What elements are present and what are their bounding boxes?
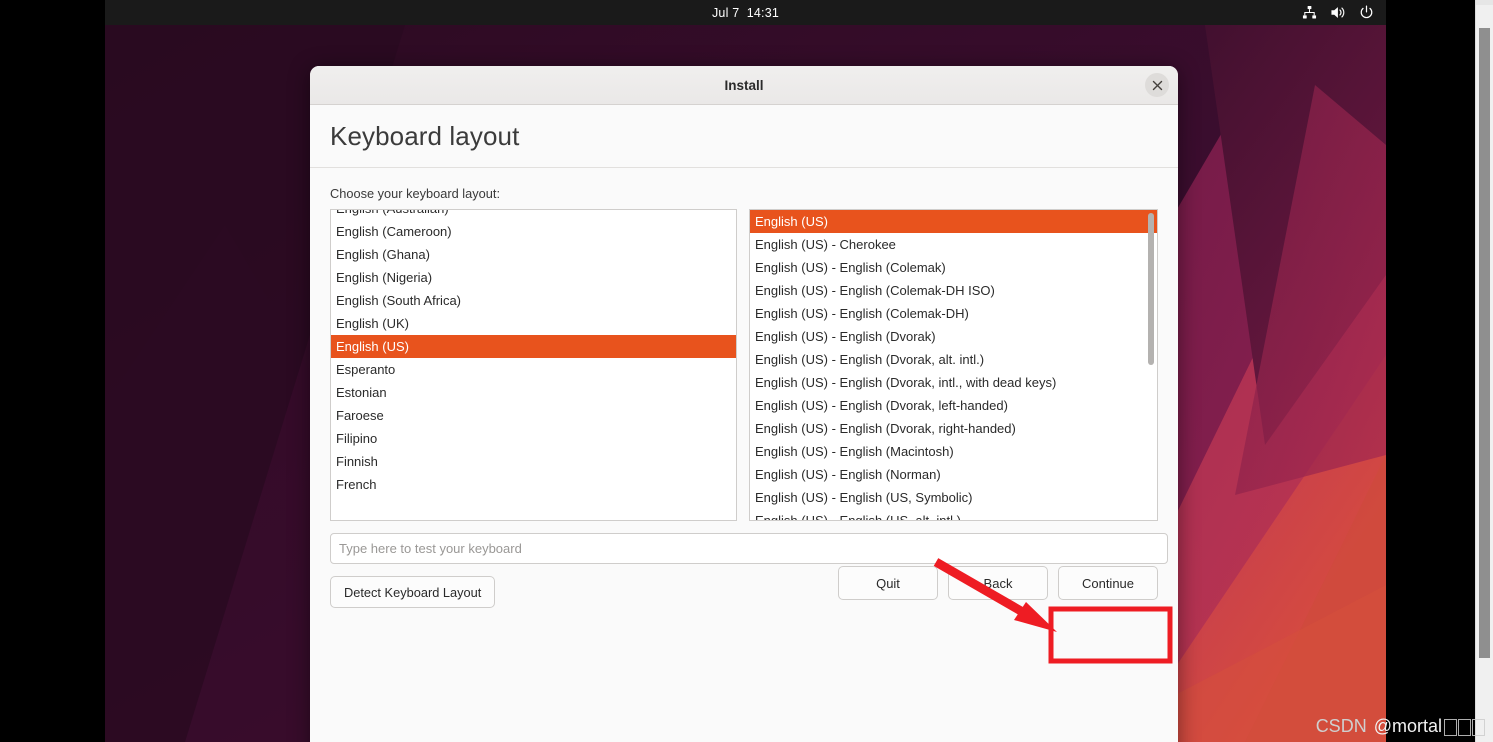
layout-list-item[interactable]: English (Nigeria) — [331, 266, 736, 289]
layout-list-item[interactable]: Esperanto — [331, 358, 736, 381]
layout-list-item[interactable]: English (Cameroon) — [331, 220, 736, 243]
layout-list-item[interactable]: Faroese — [331, 404, 736, 427]
dialog-titlebar: Install — [310, 66, 1178, 105]
layout-list-item[interactable]: Estonian — [331, 381, 736, 404]
layout-list-item[interactable]: Finnish — [331, 450, 736, 473]
dialog-content: Choose your keyboard layout: English (Au… — [310, 168, 1178, 742]
variant-list-item[interactable]: English (US) - English (US, Symbolic) — [750, 486, 1157, 509]
topbar-clock[interactable]: Jul 7 14:31 — [712, 6, 779, 20]
variant-list-item[interactable]: English (US) - English (Colemak) — [750, 256, 1157, 279]
network-wired-icon[interactable] — [1302, 5, 1317, 20]
variant-list-item[interactable]: English (US) - English (Colemak-DH) — [750, 302, 1157, 325]
keyboard-layout-label: Choose your keyboard layout: — [330, 186, 501, 201]
layout-list-item[interactable]: English (US) — [331, 335, 737, 358]
keyboard-selection-panes: English (Australian)English (Cameroon)En… — [330, 209, 1158, 521]
variant-list-item[interactable]: English (US) - English (Colemak-DH ISO) — [750, 279, 1157, 302]
layout-list-item[interactable]: English (UK) — [331, 312, 736, 335]
detect-keyboard-layout-button[interactable]: Detect Keyboard Layout — [330, 576, 496, 608]
variant-list-item[interactable]: English (US) - English (Dvorak, alt. int… — [750, 348, 1157, 371]
install-dialog: Install Keyboard layout Choose your keyb… — [310, 66, 1178, 742]
power-icon[interactable] — [1359, 5, 1374, 20]
variant-list-item[interactable]: English (US) - Cherokee — [750, 233, 1157, 256]
variant-list[interactable]: English (US) English (US) - Cherokee Engli… — [749, 209, 1158, 521]
topbar-system-indicators[interactable] — [1302, 0, 1374, 25]
page-title: Keyboard layout — [330, 120, 520, 151]
variant-list-item[interactable]: English (US) — [750, 210, 1157, 233]
dialog-nav-buttons: Quit Back Continue — [838, 566, 1158, 600]
layout-list[interactable]: English (Australian)English (Cameroon)En… — [330, 209, 738, 521]
csdn-watermark: CSDN @mortal — [1308, 714, 1493, 739]
variant-list-item[interactable]: English (US) - English (Macintosh) — [750, 440, 1157, 463]
variant-list-item[interactable]: English (US) - English (US, alt. intl.) — [750, 509, 1157, 520]
variant-list-scrollbar-thumb[interactable] — [1148, 213, 1154, 365]
volume-icon[interactable] — [1330, 5, 1346, 20]
keyboard-test-input[interactable] — [330, 533, 1168, 564]
variant-list-item[interactable]: English (US) - English (Dvorak) — [750, 325, 1157, 348]
ubuntu-desktop: Jul 7 14:31 Install Keyboard layout Choo… — [105, 0, 1386, 742]
layout-list-item[interactable]: English (Australian) — [331, 210, 736, 220]
variant-list-item[interactable]: English (US) - English (Norman) — [750, 463, 1157, 486]
page-scrollbar-thumb[interactable] — [1479, 28, 1490, 658]
watermark-site: CSDN — [1315, 716, 1367, 736]
layout-list-item[interactable]: English (Ghana) — [331, 243, 736, 266]
back-button[interactable]: Back — [948, 566, 1048, 600]
layout-list-item[interactable]: English (South Africa) — [331, 289, 736, 312]
screen: Jul 7 14:31 Install Keyboard layout Choo… — [0, 0, 1493, 742]
ubuntu-top-bar: Jul 7 14:31 — [105, 0, 1386, 25]
dialog-title: Install — [724, 77, 764, 93]
variant-list-item[interactable]: English (US) - English (Dvorak, left-han… — [750, 394, 1157, 417]
dialog-header: Keyboard layout — [310, 105, 1178, 168]
unrendered-glyph-boxes — [1444, 718, 1485, 736]
page-scrollbar-cap — [1476, 0, 1493, 5]
layout-list-item[interactable]: French — [331, 473, 736, 496]
layout-list-item[interactable]: Filipino — [331, 427, 736, 450]
watermark-user: @mortal — [1372, 714, 1493, 739]
quit-button[interactable]: Quit — [838, 566, 938, 600]
variant-list-item[interactable]: English (US) - English (Dvorak, right-ha… — [750, 417, 1157, 440]
close-icon[interactable] — [1145, 73, 1169, 97]
variant-list-item[interactable]: English (US) - English (Dvorak, intl., w… — [750, 371, 1157, 394]
variant-list-scrollbar[interactable] — [1147, 211, 1156, 519]
page-scrollbar[interactable] — [1475, 0, 1493, 742]
continue-button[interactable]: Continue — [1058, 566, 1158, 600]
